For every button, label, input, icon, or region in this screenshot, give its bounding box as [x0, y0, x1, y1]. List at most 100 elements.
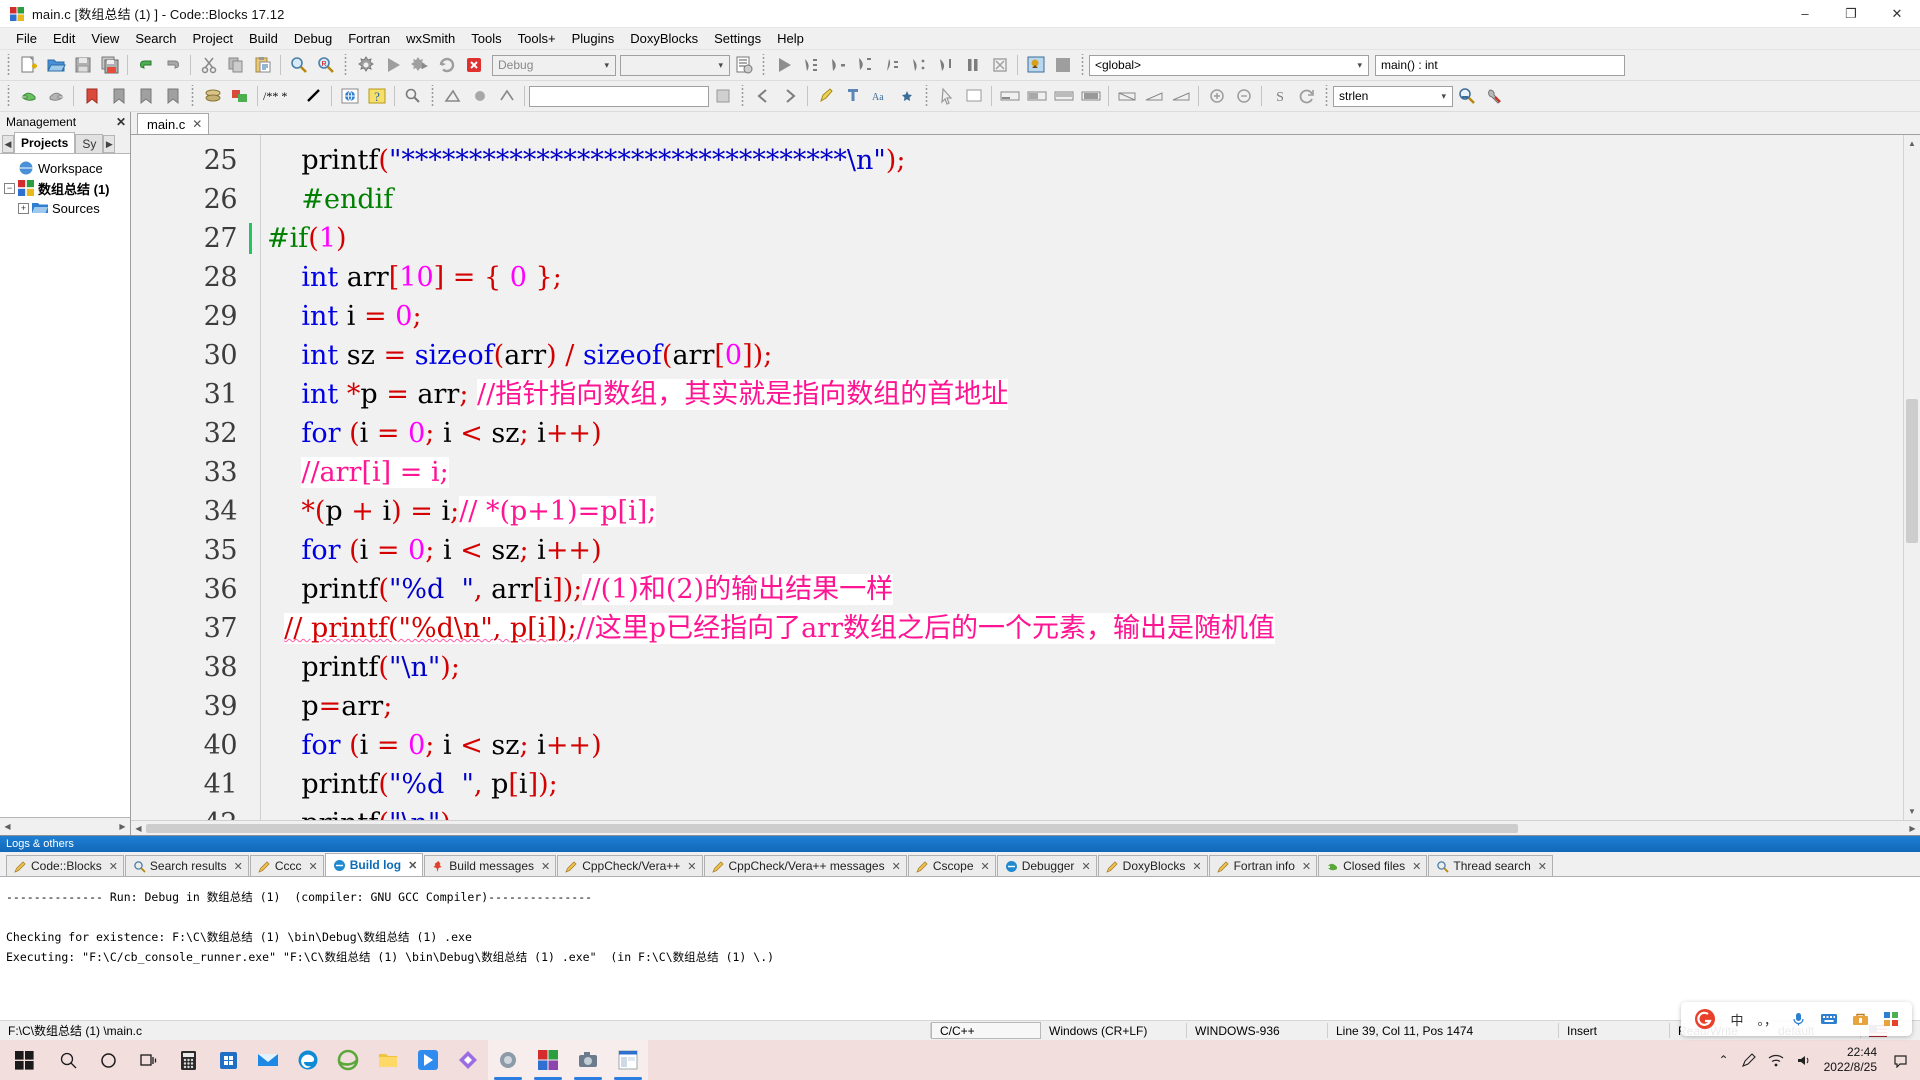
- run-icon[interactable]: [379, 52, 406, 79]
- toolbar-grip[interactable]: [5, 54, 12, 76]
- zoom-out-icon[interactable]: [1230, 83, 1257, 110]
- break-debugger-icon[interactable]: [959, 52, 986, 79]
- align-right-icon[interactable]: [1050, 83, 1077, 110]
- scope-selector[interactable]: <global> ▾: [1089, 54, 1369, 76]
- refresh-icon[interactable]: [1293, 83, 1320, 110]
- code-line[interactable]: *(p + i) = i;// *(p+1)=p[i];: [267, 492, 1903, 531]
- log-tab-closed-files[interactable]: Closed files ✕: [1318, 855, 1428, 876]
- help-icon[interactable]: ?: [363, 83, 390, 110]
- log-tab-build-log[interactable]: Build log ✕: [324, 853, 424, 876]
- step-instruction-icon[interactable]: [878, 52, 905, 79]
- menu-item-doxyblocks[interactable]: DoxyBlocks: [622, 29, 706, 48]
- codeblocks-icon[interactable]: [528, 1040, 568, 1080]
- panel-icon[interactable]: [960, 83, 987, 110]
- zoom-in-icon[interactable]: [1203, 83, 1230, 110]
- ime-punctuation-button[interactable]: 。，: [1750, 1010, 1784, 1029]
- menu-item-debug[interactable]: Debug: [286, 29, 340, 48]
- copy-icon[interactable]: [222, 52, 249, 79]
- tree-item[interactable]: − 数组总结 (1): [2, 178, 128, 198]
- search-options-icon[interactable]: [1480, 83, 1507, 110]
- close-icon[interactable]: ✕: [234, 860, 243, 873]
- measure-icon[interactable]: [439, 83, 466, 110]
- toolbar-grip[interactable]: [1079, 54, 1086, 76]
- grid-icon[interactable]: [1876, 1011, 1906, 1027]
- code-line[interactable]: int arr[10] = { 0 };: [267, 258, 1903, 297]
- forward-icon[interactable]: [42, 83, 69, 110]
- run-to-cursor-icon[interactable]: [932, 52, 959, 79]
- class-browser-icon[interactable]: [199, 83, 226, 110]
- ime-mode-button[interactable]: 中: [1723, 1010, 1750, 1029]
- code-line[interactable]: for (i = 0; i < sz; i++): [267, 414, 1903, 453]
- vscroll-track[interactable]: [1904, 152, 1920, 803]
- shape-tri-icon[interactable]: [1140, 83, 1167, 110]
- code-line[interactable]: //arr[i] = i;: [267, 453, 1903, 492]
- save-icon[interactable]: [69, 52, 96, 79]
- app-blue-icon[interactable]: [408, 1040, 448, 1080]
- toggle-bookmark-icon[interactable]: [78, 83, 105, 110]
- redo-icon[interactable]: [159, 52, 186, 79]
- menu-item-help[interactable]: Help: [769, 29, 812, 48]
- next-instruction-icon[interactable]: [905, 52, 932, 79]
- tree-expander[interactable]: +: [18, 202, 29, 214]
- menu-item-tools-[interactable]: Tools+: [510, 29, 564, 48]
- app-window-icon[interactable]: [608, 1040, 648, 1080]
- menu-item-project[interactable]: Project: [185, 29, 241, 48]
- insert-icon[interactable]: [839, 83, 866, 110]
- code-line[interactable]: int i = 0;: [267, 297, 1903, 336]
- code-line[interactable]: printf("********************************…: [267, 141, 1903, 180]
- close-icon[interactable]: ✕: [116, 115, 126, 129]
- close-icon[interactable]: ✕: [687, 860, 696, 873]
- log-tab-search-results[interactable]: Search results ✕: [124, 855, 249, 876]
- next-bookmark-icon[interactable]: [132, 83, 159, 110]
- build-target-selector[interactable]: Debug ▾: [492, 54, 616, 76]
- windows-start-icon[interactable]: [0, 1040, 48, 1080]
- pen-icon[interactable]: [1735, 1040, 1762, 1080]
- mail-icon[interactable]: [248, 1040, 288, 1080]
- log-tab-doxyblocks[interactable]: DoxyBlocks ✕: [1097, 855, 1208, 876]
- tree-expander[interactable]: −: [4, 182, 15, 194]
- symbol-selector[interactable]: main() : int: [1375, 54, 1625, 76]
- menu-item-plugins[interactable]: Plugins: [564, 29, 623, 48]
- doxy-comment-icon[interactable]: /** *: [262, 83, 300, 110]
- align-justify-icon[interactable]: [1077, 83, 1104, 110]
- doxy-slash-icon[interactable]: [300, 83, 327, 110]
- fortran-filter-input[interactable]: [529, 85, 709, 107]
- next-call-icon[interactable]: [776, 83, 803, 110]
- clear-bookmarks-icon[interactable]: [159, 83, 186, 110]
- app-purple-icon[interactable]: [448, 1040, 488, 1080]
- close-icon[interactable]: ✕: [408, 859, 417, 872]
- log-tab-cccc[interactable]: Cccc ✕: [249, 855, 324, 876]
- app-gray-icon[interactable]: [488, 1040, 528, 1080]
- find-icon[interactable]: [285, 52, 312, 79]
- code-line[interactable]: printf("\n");: [267, 648, 1903, 687]
- step-into-icon[interactable]: [797, 52, 824, 79]
- toolbox-icon[interactable]: [1845, 1012, 1876, 1026]
- star-icon[interactable]: [893, 83, 920, 110]
- log-tab-cscope[interactable]: Cscope ✕: [907, 855, 996, 876]
- close-icon[interactable]: ✕: [1412, 860, 1421, 873]
- tree-item[interactable]: + Sources: [2, 198, 128, 218]
- spell-check-icon[interactable]: S: [1266, 83, 1293, 110]
- scroll-left-button[interactable]: ◀: [0, 819, 15, 834]
- code-line[interactable]: for (i = 0; i < sz; i++): [267, 726, 1903, 765]
- code-text[interactable]: printf("********************************…: [261, 135, 1903, 820]
- menu-item-edit[interactable]: Edit: [45, 29, 83, 48]
- code-line[interactable]: printf("\n");: [267, 804, 1903, 820]
- log-tab-thread-search[interactable]: Thread search ✕: [1428, 855, 1553, 876]
- search-icon[interactable]: [48, 1040, 88, 1080]
- menu-item-file[interactable]: File: [8, 29, 45, 48]
- menu-item-fortran[interactable]: Fortran: [340, 29, 398, 48]
- block-comment-icon[interactable]: [226, 83, 253, 110]
- tabs-next-button[interactable]: ▶: [103, 135, 116, 153]
- app-camera-icon[interactable]: [568, 1040, 608, 1080]
- build-options-icon[interactable]: [730, 52, 757, 79]
- replace-icon[interactable]: R: [312, 52, 339, 79]
- fold-margin[interactable]: [243, 135, 261, 820]
- toolbar-grip[interactable]: [760, 54, 767, 76]
- close-icon[interactable]: ✕: [109, 860, 118, 873]
- tab-symbols[interactable]: Sy: [75, 134, 104, 153]
- folder-icon[interactable]: [368, 1040, 408, 1080]
- build-icon[interactable]: [352, 52, 379, 79]
- debugging-windows-icon[interactable]: [1022, 52, 1049, 79]
- scroll-right-button[interactable]: ▶: [1905, 821, 1920, 836]
